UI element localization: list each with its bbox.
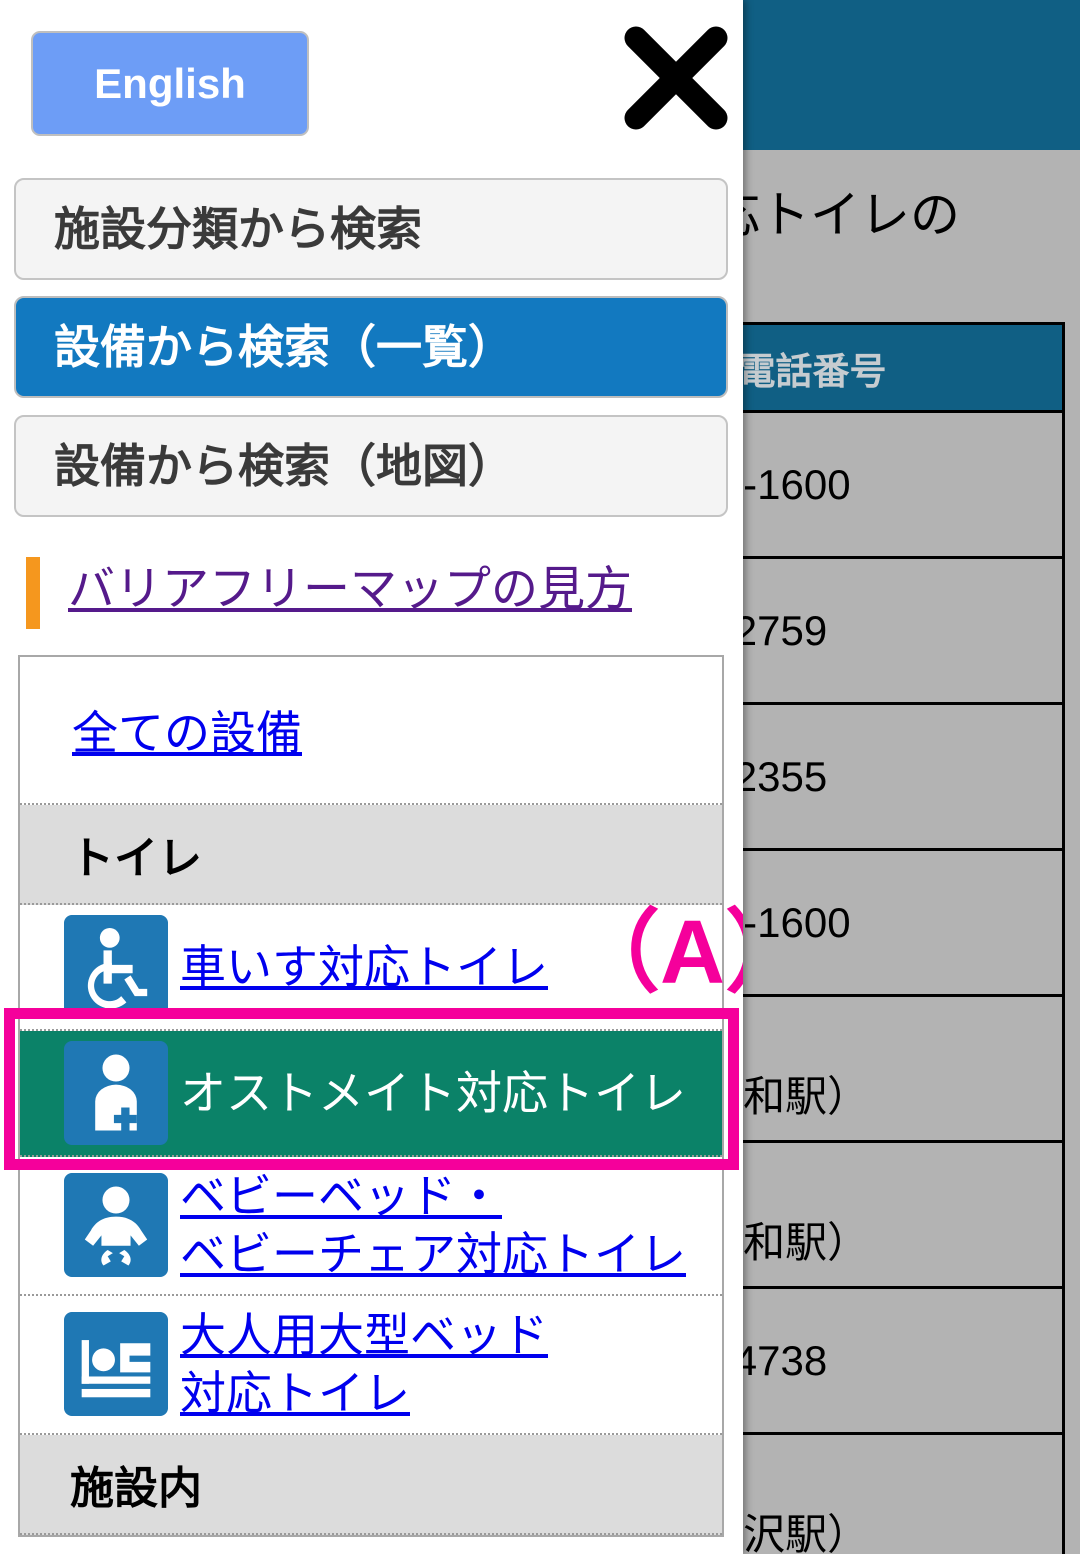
group-header-label: トイレ [70, 834, 202, 883]
list-item-baby[interactable]: ベビーベッド・ ベビーチェア対応トイレ [20, 1157, 722, 1296]
equipment-label[interactable]: オストメイト対応トイレ [180, 1064, 700, 1122]
navigation-drawer: English 施設分類から検索 設備から検索（一覧） 設備から検索（地図） バ… [0, 0, 743, 1554]
annotation-label-a: （A） [570, 903, 743, 1003]
nav-search-by-equipment-list[interactable]: 設備から検索（一覧） [14, 296, 728, 398]
nav-search-by-equipment-map[interactable]: 設備から検索（地図） [14, 415, 728, 517]
screen-root: リーマップ ・対応トイレの 電話番号 50-2016-1600466-22-27… [0, 0, 1080, 1554]
list-item-adult-bed[interactable]: 大人用大型ベッド 対応トイレ [20, 1295, 722, 1435]
ostomate-icon [64, 1041, 168, 1145]
close-icon[interactable] [620, 22, 732, 134]
list-item-ostomate[interactable]: オストメイト対応トイレ [20, 1031, 722, 1157]
group-header-label: 施設内 [70, 1463, 202, 1513]
wheelchair-icon [64, 915, 168, 1019]
language-toggle-button[interactable]: English [31, 31, 309, 136]
group-header-0: トイレ [20, 805, 722, 905]
guide-link[interactable]: バリアフリーマップの見方 [68, 553, 632, 625]
group-header-1: 施設内 [20, 1434, 722, 1535]
orange-marker-bar [26, 557, 40, 629]
baby-icon [64, 1173, 168, 1278]
all-equipment-link[interactable]: 全ての設備 [72, 697, 302, 763]
list-item-all-equipment[interactable]: 全ての設備 [20, 657, 722, 805]
equipment-label[interactable]: 大人用大型ベッド 対応トイレ [180, 1306, 562, 1423]
equipment-label[interactable]: ベビーベッド・ ベビーチェア対応トイレ [180, 1167, 700, 1284]
nav-search-by-facility-category[interactable]: 施設分類から検索 [14, 178, 728, 280]
equipment-filter-list: 全ての設備トイレ車いす対応トイレオストメイト対応トイレベビーベッド・ ベビーチェア… [18, 655, 724, 1537]
equipment-label[interactable]: 車いす対応トイレ [180, 938, 562, 996]
adult-bed-icon [64, 1312, 168, 1417]
